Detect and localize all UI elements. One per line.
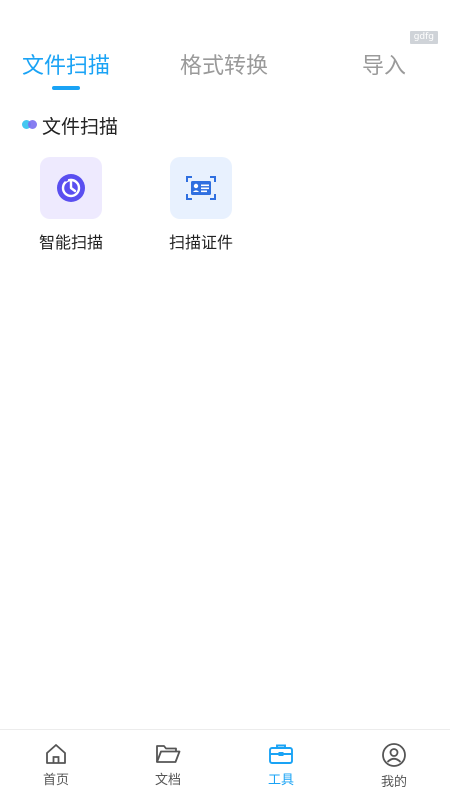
smart-scan-tool[interactable]: 智能扫描	[21, 157, 121, 253]
tab-file-scan[interactable]: 文件扫描	[22, 50, 110, 84]
nav-home[interactable]: 首页	[0, 730, 112, 801]
id-card-scan-label: 扫描证件	[168, 233, 233, 252]
folder-icon	[156, 745, 181, 763]
tab-format-convert[interactable]: 格式转换	[180, 50, 268, 84]
nav-tools[interactable]: 工具	[225, 730, 337, 801]
smart-scan-icon[interactable]	[40, 157, 102, 219]
nav-mine[interactable]: 我的	[338, 730, 450, 801]
nav-documents[interactable]: 文档	[112, 730, 224, 801]
nav-documents-label: 文档	[154, 773, 181, 788]
nav-tools-label: 工具	[267, 773, 294, 788]
home-icon	[46, 744, 66, 764]
smart-scan-label: 智能扫描	[38, 233, 103, 252]
nav-mine-label: 我的	[380, 775, 407, 790]
section-dots-icon	[22, 120, 38, 130]
id-card-scan-tool[interactable]: 扫描证件	[151, 157, 251, 253]
section-header: 文件扫描	[22, 112, 118, 138]
toolbox-icon	[269, 744, 293, 764]
bottom-nav: 首页 文档 工具 我的	[0, 729, 450, 801]
user-icon	[382, 743, 406, 767]
tab-import[interactable]: 导入	[362, 50, 406, 84]
nav-home-label: 首页	[42, 773, 69, 788]
active-tab-indicator	[52, 86, 80, 90]
id-card-scan-icon[interactable]	[170, 157, 232, 219]
top-badge: gdfg	[409, 31, 438, 44]
section-title: 文件扫描	[42, 115, 119, 138]
